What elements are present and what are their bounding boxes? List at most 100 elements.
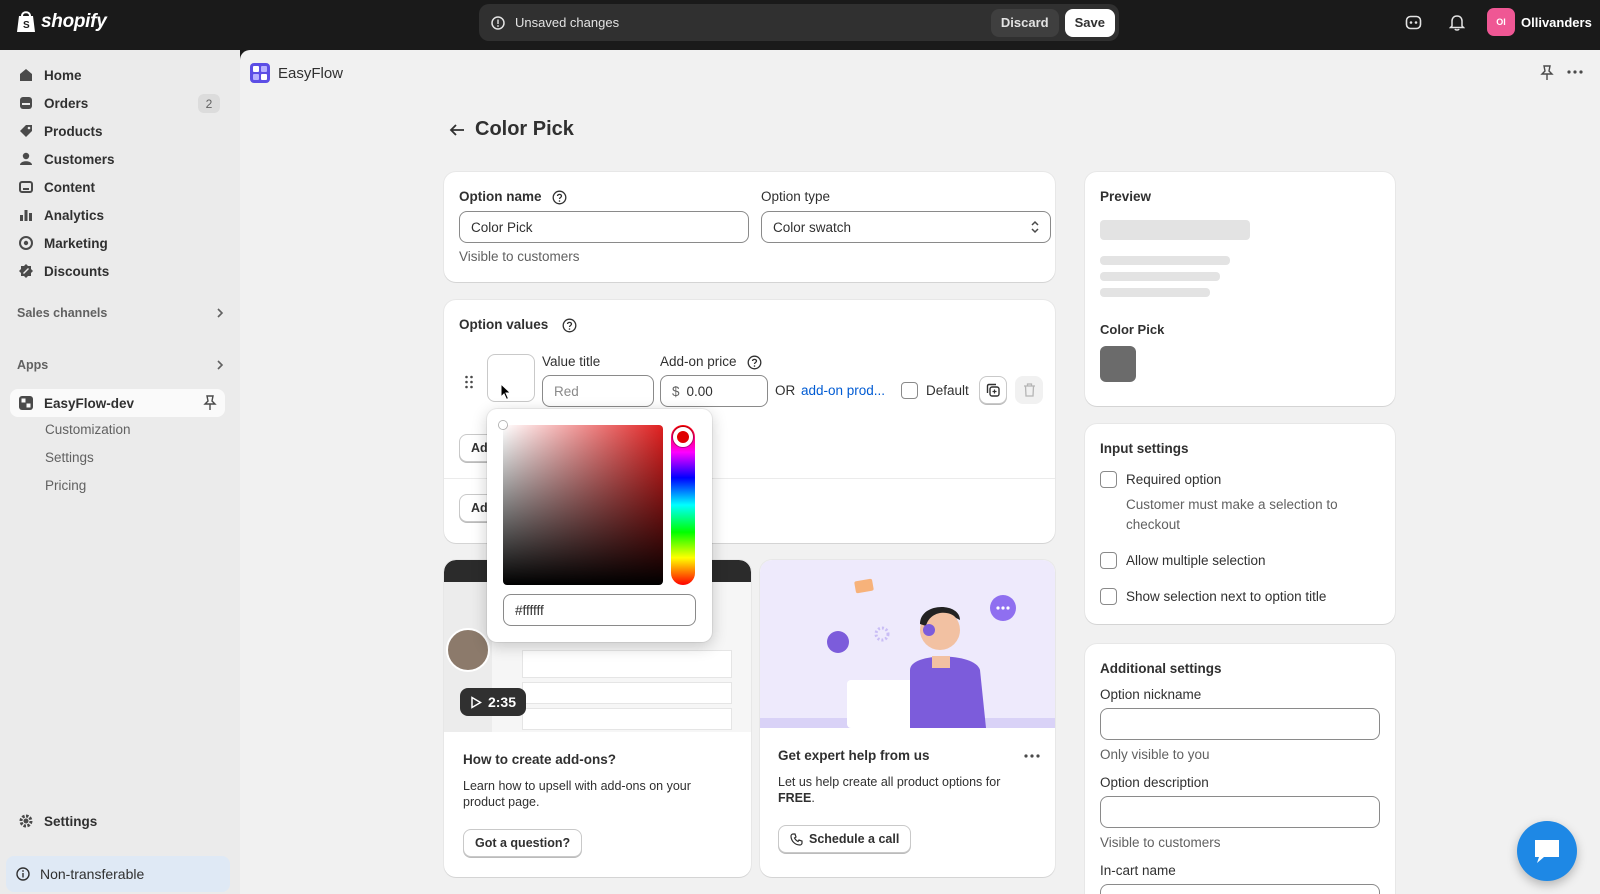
non-transferable-banner[interactable]: Non-transferable — [6, 856, 230, 892]
nav-easyflow-dev[interactable]: EasyFlow-dev — [10, 389, 225, 417]
nav-discounts[interactable]: Discounts — [10, 257, 225, 285]
option-type-label: Option type — [761, 189, 831, 204]
help-circle-icon[interactable] — [562, 318, 577, 333]
nav-marketing[interactable]: Marketing — [10, 229, 225, 257]
nav-content[interactable]: Content — [10, 173, 225, 201]
hex-input[interactable]: #ffffff — [503, 594, 696, 626]
help-circle-icon[interactable] — [552, 190, 567, 205]
trash-icon — [1023, 383, 1036, 397]
option-name-input[interactable]: Color Pick — [459, 211, 749, 243]
video-card-desc: Learn how to upsell with add-ons on your… — [463, 779, 691, 809]
show-selection-label: Show selection next to option title — [1126, 589, 1327, 604]
input-settings-card: Input settings Required option Customer … — [1085, 424, 1395, 624]
skeleton-line — [1100, 272, 1220, 281]
sales-channels-label: Sales channels — [17, 306, 108, 320]
chevron-right-icon — [215, 360, 225, 370]
default-checkbox[interactable] — [901, 382, 918, 399]
person-icon — [18, 151, 34, 167]
app-title: EasyFlow — [278, 64, 344, 82]
nav-label: Marketing — [44, 235, 108, 251]
phone-icon — [790, 832, 803, 846]
nav-label: Products — [44, 123, 103, 139]
nav-products[interactable]: Products — [10, 117, 225, 145]
apps-label: Apps — [17, 358, 49, 372]
saturation-handle[interactable] — [499, 421, 507, 429]
nav-customization[interactable]: Customization — [45, 422, 131, 437]
video-card-title: How to create add-ons? — [463, 752, 617, 767]
addon-price-input[interactable]: $ 0.00 — [660, 375, 768, 407]
nav-home[interactable]: Home — [10, 61, 225, 89]
nav-analytics[interactable]: Analytics — [10, 201, 225, 229]
description-input[interactable] — [1100, 796, 1380, 828]
addon-product-link[interactable]: add-on prod... — [801, 383, 885, 398]
nav-label: Discounts — [44, 263, 110, 279]
nav-label: Home — [44, 67, 82, 83]
delete-button[interactable] — [1015, 376, 1043, 404]
nav-label: Analytics — [44, 207, 105, 223]
incart-name-input[interactable] — [1100, 884, 1380, 894]
svg-text:S: S — [23, 20, 30, 31]
schedule-call-button[interactable]: Schedule a call — [778, 825, 912, 853]
more-icon[interactable] — [1567, 70, 1583, 74]
more-icon[interactable] — [1024, 754, 1040, 758]
nav-orders[interactable]: Orders 2 — [10, 89, 225, 117]
incart-name-label: In-cart name — [1100, 863, 1176, 878]
option-card: Option name Color Pick Visible to custom… — [444, 172, 1055, 282]
back-arrow-icon[interactable] — [449, 123, 465, 137]
nickname-input[interactable] — [1100, 708, 1380, 740]
sales-channels-section[interactable]: Sales channels — [17, 306, 225, 320]
preview-color-swatch[interactable] — [1100, 346, 1136, 382]
non-transferable-label: Non-transferable — [40, 866, 145, 882]
expert-help-card: Get expert help from us Let us help crea… — [760, 560, 1055, 877]
value-title-input[interactable]: Red — [542, 375, 654, 407]
chat-icon — [1532, 837, 1562, 865]
allow-multiple-checkbox[interactable] — [1100, 552, 1117, 569]
drag-handle-icon[interactable] — [464, 375, 474, 389]
target-icon — [18, 235, 34, 251]
chat-button[interactable] — [1517, 821, 1577, 881]
info-icon — [16, 867, 30, 881]
option-type-select[interactable]: Color swatch — [761, 211, 1051, 243]
shopify-logo[interactable]: S shopify — [16, 10, 107, 33]
orders-count-badge: 2 — [198, 94, 220, 113]
saturation-brightness-area[interactable] — [503, 425, 663, 585]
alert-icon — [491, 15, 505, 30]
unsaved-text: Unsaved changes — [515, 15, 620, 30]
allow-multiple-label: Allow multiple selection — [1126, 553, 1266, 568]
preview-card: Preview Color Pick — [1085, 172, 1395, 406]
discard-button[interactable]: Discard — [990, 8, 1059, 37]
hue-handle[interactable] — [673, 427, 693, 447]
help-card-title: Get expert help from us — [778, 748, 930, 763]
sidekick-icon[interactable] — [1405, 14, 1422, 31]
duplicate-button[interactable] — [979, 376, 1007, 404]
required-option-checkbox[interactable] — [1100, 471, 1117, 488]
show-selection-checkbox[interactable] — [1100, 588, 1117, 605]
pin-icon[interactable] — [203, 395, 217, 411]
nav-label: Orders — [44, 95, 89, 111]
tag-icon — [18, 123, 34, 139]
nav-pricing[interactable]: Pricing — [45, 478, 86, 493]
home-icon — [18, 67, 34, 83]
store-menu[interactable]: Ol Ollivanders — [1487, 8, 1592, 36]
help-card-desc: Let us help create all product options f… — [778, 775, 1001, 805]
video-duration-badge[interactable]: 2:35 — [460, 688, 526, 716]
hue-slider[interactable] — [671, 425, 695, 585]
pin-icon[interactable] — [1540, 65, 1554, 81]
description-hint: Visible to customers — [1100, 835, 1221, 850]
nav-customers[interactable]: Customers — [10, 145, 225, 173]
nav-settings[interactable]: Settings — [10, 807, 225, 835]
thumbnail-block — [522, 682, 732, 704]
preview-title: Preview — [1100, 189, 1152, 204]
required-option-label: Required option — [1126, 472, 1222, 487]
bell-icon[interactable] — [1449, 14, 1465, 31]
main-content: EasyFlow Color Pick Option name Color Pi… — [240, 50, 1600, 894]
got-a-question-button[interactable]: Got a question? — [463, 829, 583, 857]
required-option-hint: Customer must make a selection to checko… — [1126, 497, 1338, 532]
apps-section[interactable]: Apps — [17, 358, 225, 372]
skeleton-line — [1100, 256, 1230, 265]
nickname-hint: Only visible to you — [1100, 747, 1210, 762]
nav-settings-sub[interactable]: Settings — [45, 450, 94, 465]
help-circle-icon[interactable] — [747, 355, 762, 370]
additional-settings-card: Additional settings Option nickname Only… — [1085, 644, 1395, 894]
save-button[interactable]: Save — [1064, 8, 1115, 37]
